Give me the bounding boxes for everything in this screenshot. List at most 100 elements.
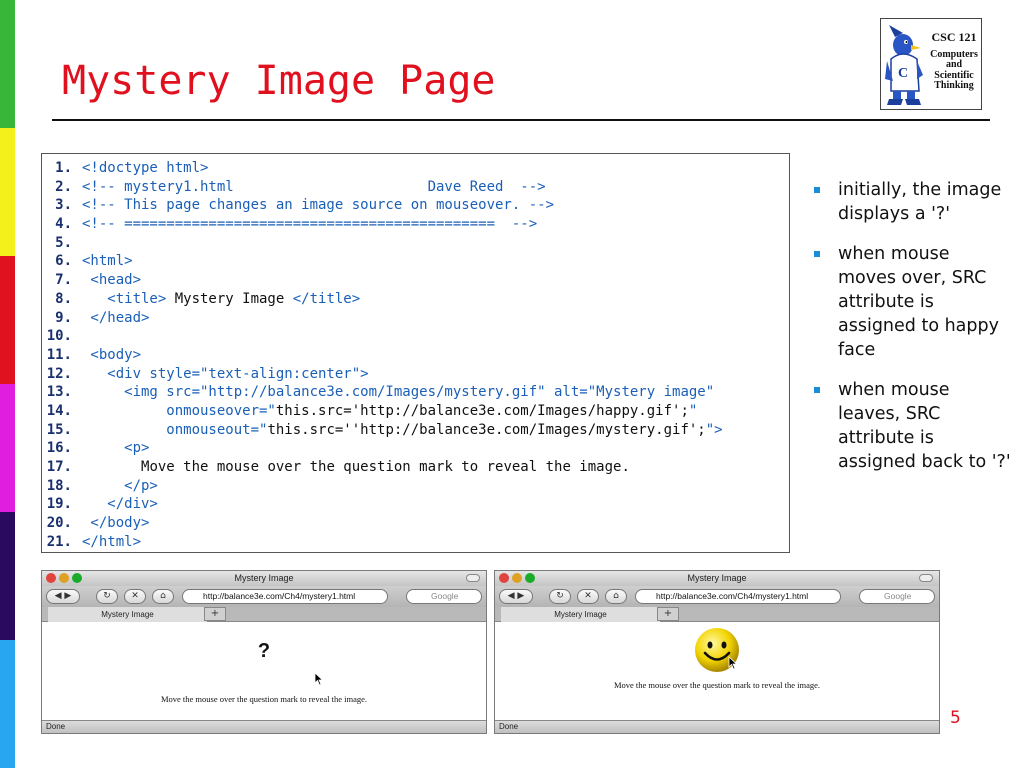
mouse-cursor-icon bbox=[314, 672, 324, 686]
browser-toolbar: ◀ ▶ ↻ ✕ ⌂ http://balance3e.com/Ch4/myste… bbox=[42, 586, 486, 607]
line-number: 19. bbox=[46, 496, 72, 513]
code-line: 16. <p> bbox=[42, 439, 789, 458]
zoom-window-icon[interactable] bbox=[525, 573, 535, 583]
code-text: <html> bbox=[82, 252, 133, 271]
line-number: 16. bbox=[46, 440, 72, 457]
code-line: 2. <!-- mystery1.html Dave Reed --> bbox=[42, 178, 789, 197]
tab-strip: Mystery Image + bbox=[42, 607, 486, 622]
code-markup: </div> bbox=[82, 496, 158, 513]
line-number: 12. bbox=[46, 365, 72, 382]
page-content: ? Move the mouse over the question mark … bbox=[42, 622, 486, 718]
code-markup: " bbox=[688, 402, 698, 419]
code-text: <!-- ===================================… bbox=[82, 215, 537, 234]
stop-button[interactable]: ✕ bbox=[577, 589, 599, 604]
window-titlebar: Mystery Image bbox=[495, 571, 939, 586]
code-line: 21. </html> bbox=[42, 533, 789, 552]
mystery-image[interactable]: ? bbox=[42, 640, 486, 663]
code-text: </head> bbox=[82, 309, 149, 328]
tab-mystery-image[interactable]: Mystery Image bbox=[501, 607, 661, 622]
reload-button[interactable]: ↻ bbox=[549, 589, 571, 604]
browser-window-after: Mystery Image ◀ ▶ ↻ ✕ ⌂ http://balance3e… bbox=[494, 570, 940, 734]
new-tab-button[interactable]: + bbox=[204, 607, 226, 621]
search-field[interactable]: Google bbox=[859, 589, 935, 604]
mouse-cursor-icon bbox=[728, 656, 738, 670]
line-number: 6. bbox=[55, 253, 72, 270]
search-field[interactable]: Google bbox=[406, 589, 482, 604]
toolbar-toggle-button[interactable] bbox=[466, 574, 480, 582]
title-divider bbox=[52, 119, 990, 121]
code-text: <title> Mystery Image </title> bbox=[82, 290, 360, 309]
code-markup: onmouseout=" bbox=[82, 421, 268, 438]
line-number: 15. bbox=[46, 421, 72, 438]
code-content-text: this.src=''http://balance3e.com/Images/m… bbox=[267, 421, 706, 438]
minimize-window-icon[interactable] bbox=[59, 573, 69, 583]
line-number: 17. bbox=[46, 459, 72, 475]
code-text: <img src="http://balance3e.com/Images/my… bbox=[82, 383, 714, 402]
tab-mystery-image[interactable]: Mystery Image bbox=[48, 607, 208, 622]
line-number: 13. bbox=[46, 384, 72, 401]
bullet-item: when mouse leaves, SRC attribute is assi… bbox=[812, 378, 1012, 474]
code-text: </html> bbox=[82, 533, 141, 552]
back-forward-button[interactable]: ◀ ▶ bbox=[46, 589, 80, 604]
code-text: </p> bbox=[82, 477, 158, 496]
stripe-segment bbox=[0, 640, 15, 768]
bullet-list: initially, the image displays a '?' when… bbox=[812, 178, 1012, 490]
code-text: Move the mouse over the question mark to… bbox=[82, 458, 630, 477]
svg-text:C: C bbox=[898, 66, 908, 81]
stripe-segment bbox=[0, 0, 15, 128]
code-markup: <!-- This page changes an image source o… bbox=[82, 197, 555, 214]
code-line: 17. Move the mouse over the question mar… bbox=[42, 458, 789, 477]
reload-button[interactable]: ↻ bbox=[96, 589, 118, 604]
toolbar-toggle-button[interactable] bbox=[919, 574, 933, 582]
line-number: 10. bbox=[46, 328, 72, 345]
code-line: 7. <head> bbox=[42, 271, 789, 290]
stop-button[interactable]: ✕ bbox=[124, 589, 146, 604]
code-content-text: this.src='http://balance3e.com/Images/ha… bbox=[275, 402, 689, 419]
browser-window-before: Mystery Image ◀ ▶ ↻ ✕ ⌂ http://balance3e… bbox=[41, 570, 487, 734]
back-forward-button[interactable]: ◀ ▶ bbox=[499, 589, 533, 604]
line-number: 4. bbox=[55, 216, 72, 233]
code-line: 15. onmouseout="this.src=''http://balanc… bbox=[42, 421, 789, 440]
code-content-text: Mystery Image bbox=[174, 290, 285, 307]
code-markup: <body> bbox=[82, 346, 142, 363]
window-title: Mystery Image bbox=[687, 573, 747, 583]
zoom-window-icon[interactable] bbox=[72, 573, 82, 583]
line-number: 18. bbox=[46, 477, 72, 494]
code-markup bbox=[82, 459, 141, 475]
code-line: 12. <div style="text-align:center"> bbox=[42, 365, 789, 384]
code-markup: <title> bbox=[82, 290, 175, 307]
code-markup: <!-- mystery1.html Dave Reed --> bbox=[82, 178, 546, 195]
code-text: onmouseover="this.src='http://balance3e.… bbox=[82, 402, 697, 421]
code-line: 1. <!doctype html> bbox=[42, 159, 789, 178]
code-markup: <head> bbox=[82, 272, 142, 289]
code-markup: "> bbox=[705, 421, 723, 438]
line-number: 20. bbox=[46, 515, 72, 532]
code-markup: <!-- ===================================… bbox=[82, 216, 538, 233]
stripe-segment bbox=[0, 384, 15, 512]
code-text: <div style="text-align:center"> bbox=[82, 365, 369, 384]
code-markup: <html> bbox=[82, 253, 133, 270]
color-stripe bbox=[0, 0, 15, 768]
line-number: 11. bbox=[46, 346, 72, 363]
stripe-segment bbox=[0, 512, 15, 640]
line-number: 1. bbox=[55, 160, 72, 176]
code-text: <p> bbox=[82, 439, 149, 458]
close-window-icon[interactable] bbox=[499, 573, 509, 583]
slide-title: Mystery Image Page bbox=[62, 58, 496, 104]
address-bar[interactable]: http://balance3e.com/Ch4/mystery1.html bbox=[635, 589, 841, 604]
address-bar[interactable]: http://balance3e.com/Ch4/mystery1.html bbox=[182, 589, 388, 604]
code-markup: onmouseover=" bbox=[82, 402, 276, 419]
code-text: <!doctype html> bbox=[82, 159, 208, 178]
close-window-icon[interactable] bbox=[46, 573, 56, 583]
bullet-item: when mouse moves over, SRC attribute is … bbox=[812, 242, 1012, 362]
minimize-window-icon[interactable] bbox=[512, 573, 522, 583]
new-tab-button[interactable]: + bbox=[657, 607, 679, 621]
home-button[interactable]: ⌂ bbox=[152, 589, 174, 604]
home-button[interactable]: ⌂ bbox=[605, 589, 627, 604]
code-markup: </body> bbox=[82, 515, 150, 532]
code-markup: <div style="text-align:center"> bbox=[82, 365, 369, 382]
line-number: 2. bbox=[55, 178, 72, 195]
code-markup: <!doctype html> bbox=[82, 160, 209, 176]
code-line: 10. bbox=[42, 327, 789, 346]
page-caption: Move the mouse over the question mark to… bbox=[613, 680, 821, 690]
